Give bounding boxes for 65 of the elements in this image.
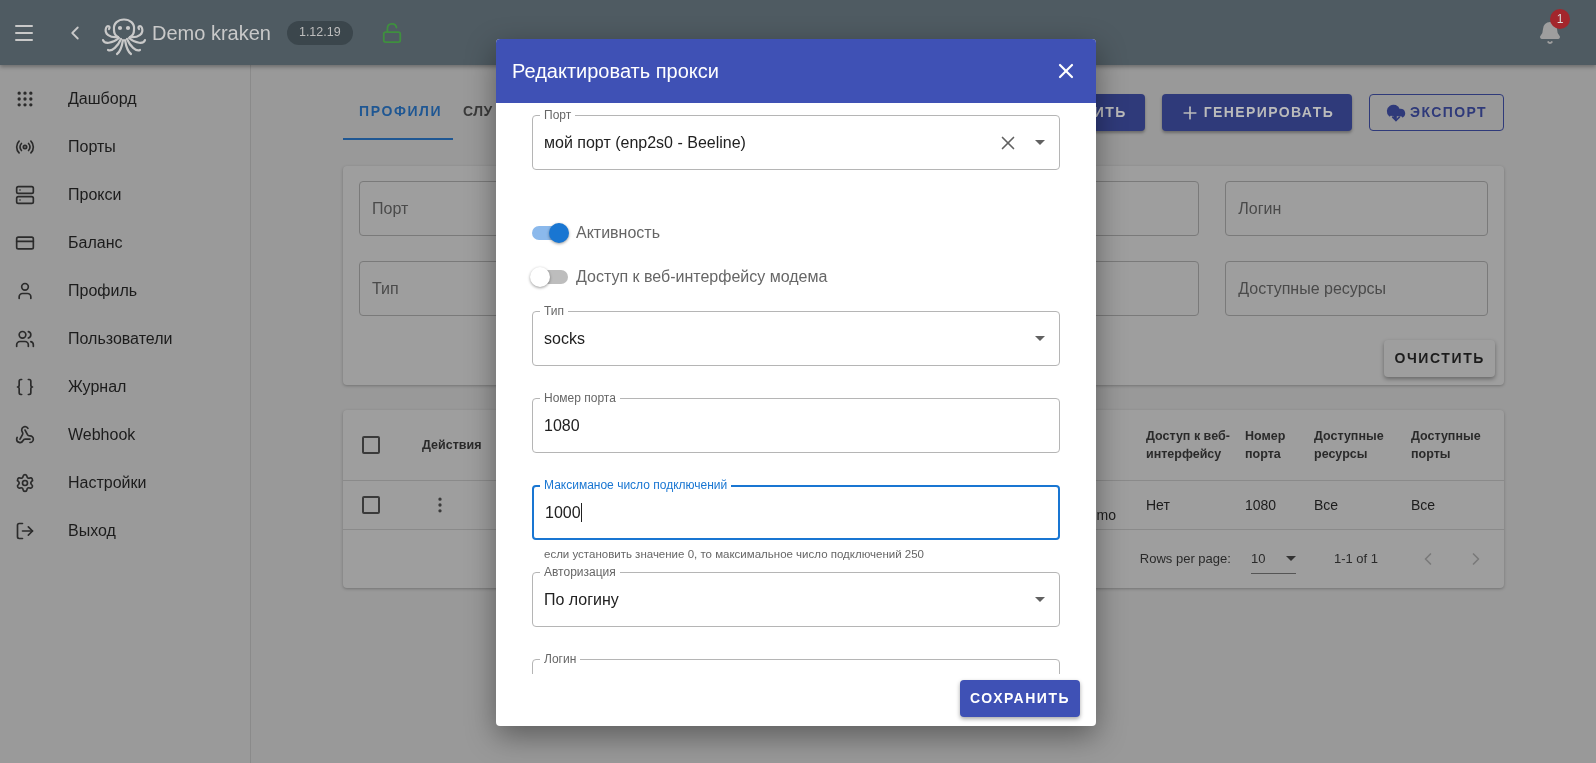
toggle-switch[interactable] bbox=[532, 270, 568, 284]
dropdown-arrow-icon bbox=[1035, 336, 1045, 341]
field-label: Авторизация bbox=[540, 564, 620, 580]
sidebar-item[interactable]: Webhook bbox=[68, 423, 136, 447]
broadcast-icon[interactable] bbox=[15, 137, 35, 157]
notification-count: 1 bbox=[1550, 8, 1570, 29]
input-field[interactable]: Логин bbox=[1225, 181, 1488, 236]
person-icon[interactable] bbox=[15, 281, 35, 301]
column-header: Номер порта bbox=[1245, 428, 1287, 463]
app-title: Demo kraken bbox=[152, 20, 271, 46]
column-header: Действия bbox=[422, 437, 483, 454]
webhook-icon[interactable] bbox=[15, 425, 35, 445]
helper-text: если установить значение 0, то максимальное число подключений 250 bbox=[543, 547, 925, 562]
field-value: socks bbox=[544, 328, 585, 349]
table-cell-text: mo bbox=[1096, 505, 1116, 525]
sidebar-item[interactable]: Выход bbox=[68, 519, 116, 543]
server-icon[interactable] bbox=[15, 185, 35, 205]
save-button[interactable]: СОХРАНИТЬ bbox=[960, 679, 1080, 717]
field-value: 1080 bbox=[544, 415, 580, 436]
column-header: Доступные порты bbox=[1411, 428, 1482, 463]
unlock-icon bbox=[380, 21, 403, 44]
action-button[interactable]: ЭКСПОРТ bbox=[1369, 94, 1504, 131]
sidebar-item[interactable]: Профиль bbox=[68, 279, 138, 303]
dropdown-arrow-icon bbox=[1285, 556, 1296, 561]
clear-button[interactable]: ОЧИСТИТЬ bbox=[1384, 340, 1495, 377]
rows-per-page-label: Rows per page: bbox=[1139, 550, 1231, 569]
checkbox[interactable] bbox=[362, 436, 380, 454]
column-header: Доступные ресурсы bbox=[1314, 428, 1385, 463]
tab[interactable]: СЛУ bbox=[453, 85, 493, 140]
table-cell-text: Все bbox=[1411, 495, 1437, 515]
column-header: Доступ к веб-интерфейсу bbox=[1146, 428, 1231, 463]
field-value: По логину bbox=[544, 589, 619, 610]
table-cell-text: Все bbox=[1314, 495, 1340, 515]
logout-icon[interactable] bbox=[15, 521, 35, 541]
cloud-download-icon bbox=[1386, 102, 1407, 123]
table-cell-text: Нет bbox=[1146, 495, 1171, 515]
card-icon[interactable] bbox=[15, 233, 35, 253]
sidebar-item[interactable]: Порты bbox=[68, 135, 116, 159]
toggle-switch[interactable] bbox=[532, 226, 568, 240]
input-field[interactable]: Доступные ресурсы bbox=[1225, 261, 1488, 316]
settings-icon[interactable] bbox=[15, 473, 35, 493]
version-badge: 1.12.19 bbox=[286, 20, 353, 45]
sidebar-item[interactable]: Настройки bbox=[68, 471, 147, 495]
field-label: Номер порта bbox=[540, 390, 620, 406]
sidebar-item[interactable]: Пользователи bbox=[68, 327, 173, 351]
rows-per-page-select[interactable]: 10 bbox=[1250, 544, 1296, 574]
sidebar-item[interactable]: Журнал bbox=[68, 375, 127, 399]
braces-icon[interactable] bbox=[15, 377, 35, 397]
field-value: мой порт (enp2s0 - Beeline) bbox=[544, 132, 746, 153]
field-value: 1000 bbox=[545, 502, 581, 523]
field-label: Порт bbox=[540, 107, 576, 123]
field-label: Максиманое число подключений bbox=[540, 477, 732, 493]
sidebar-item[interactable]: Прокси bbox=[68, 183, 122, 207]
sidebar-item[interactable]: Дашборд bbox=[68, 87, 137, 111]
grid-icon[interactable] bbox=[15, 89, 35, 109]
dropdown-arrow-icon bbox=[1035, 140, 1045, 145]
text-cursor bbox=[580, 503, 582, 522]
table-cell-text: 1080 bbox=[1245, 495, 1278, 515]
page-range: 1-1 of 1 bbox=[1333, 550, 1378, 569]
people-icon[interactable] bbox=[15, 329, 35, 349]
sidebar-item[interactable]: Баланс bbox=[68, 231, 123, 255]
action-button[interactable]: ГЕНЕРИРОВАТЬ bbox=[1161, 94, 1353, 131]
checkbox[interactable] bbox=[362, 496, 380, 514]
dropdown-arrow-icon bbox=[1035, 597, 1045, 602]
dialog-title: Редактировать прокси bbox=[512, 59, 720, 84]
